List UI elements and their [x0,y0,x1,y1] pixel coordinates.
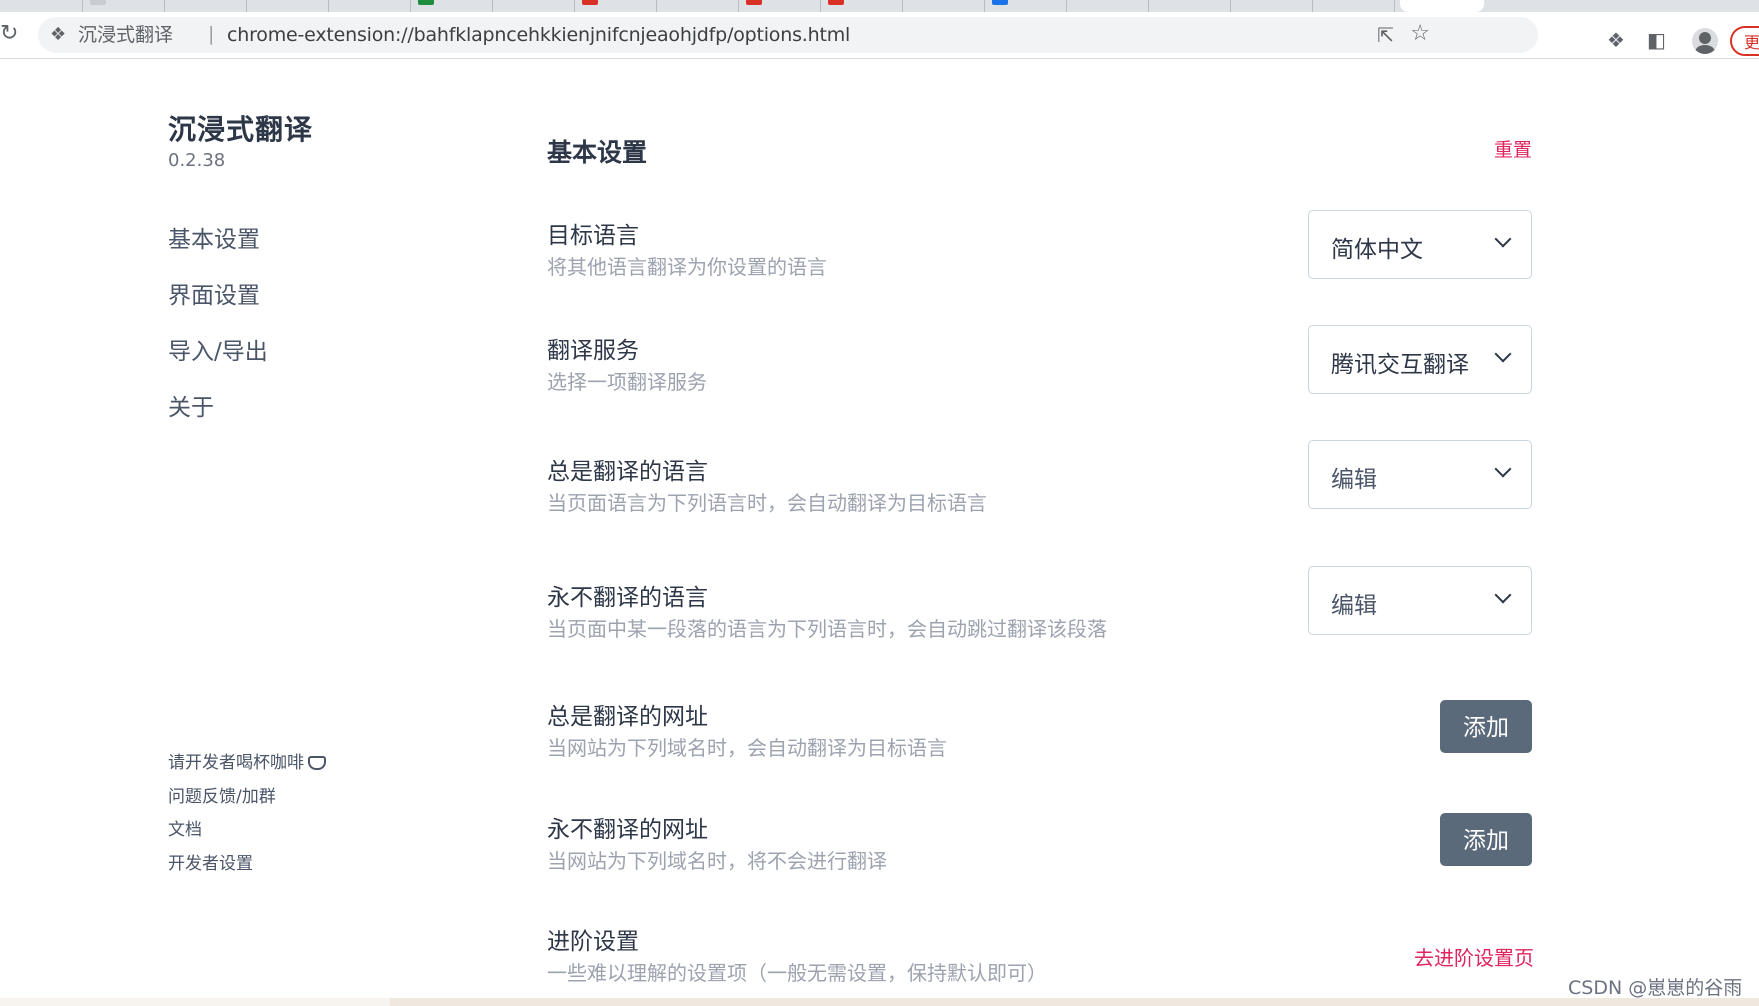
buy-coffee-link[interactable]: 请开发者喝杯咖啡 [168,748,326,773]
chevron-down-icon [1494,230,1512,248]
never-translate-languages-desc: 当页面中某一段落的语言为下列语言时，会自动跳过翻译该段落 [547,617,1107,641]
bottom-strip [0,998,1759,1006]
feedback-link[interactable]: 问题反馈/加群 [168,782,276,807]
reload-icon[interactable]: ↻ [0,21,22,47]
browser-tab[interactable] [1148,0,1231,12]
never-translate-languages-title: 永不翻译的语言 [547,585,708,611]
developer-settings-link[interactable]: 开发者设置 [168,849,253,874]
brand-title: 沉浸式翻译 [168,113,314,146]
docs-link[interactable]: 文档 [168,815,202,840]
browser-tab[interactable] [82,0,165,12]
target-language-title: 目标语言 [547,223,639,249]
address-bar[interactable]: ❖ 沉浸式翻译 | chrome-extension://bahfklapnce… [38,17,1538,53]
always-translate-urls-desc: 当网站为下列域名时，会自动翻译为目标语言 [547,736,947,760]
bottom-strip-segment [0,998,390,1006]
browser-tab[interactable] [1312,0,1395,12]
never-translate-urls-desc: 当网站为下列域名时，将不会进行翻译 [547,849,887,873]
url-text[interactable]: chrome-extension://bahfklapncehkkienjnif… [227,24,850,46]
nav-interface-settings[interactable]: 界面设置 [168,276,260,310]
version-label: 0.2.38 [168,150,226,171]
browser-tab[interactable] [328,0,411,12]
buy-coffee-label: 请开发者喝杯咖啡 [168,753,304,773]
share-icon[interactable]: ⇱ [1377,23,1394,47]
browser-tab[interactable] [1230,0,1313,12]
browser-tab[interactable] [1066,0,1149,12]
advanced-settings-link[interactable]: 去进阶设置页 [1414,942,1534,971]
never-translate-languages-value: 编辑 [1331,593,1377,619]
translation-service-value: 腾讯交互翻译 [1331,352,1469,378]
browser-tab[interactable] [164,0,247,12]
puzzle-icon: ❖ [50,24,67,45]
target-language-desc: 将其他语言翻译为你设置的语言 [547,255,827,279]
browser-tab[interactable] [902,0,985,12]
browser-tab[interactable] [820,0,903,12]
reset-link[interactable]: 重置 [1494,135,1532,162]
browser-toolbar: ↻ ❖ 沉浸式翻译 | chrome-extension://bahfklapn… [0,12,1759,59]
browser-tab[interactable] [574,0,657,12]
target-language-select[interactable]: 简体中文 [1308,210,1532,279]
nav-basic-settings[interactable]: 基本设置 [168,220,260,254]
target-language-value: 简体中文 [1331,237,1423,263]
translation-service-desc: 选择一项翻译服务 [547,370,707,394]
add-never-translate-url-button[interactable]: 添加 [1440,813,1532,866]
watermark: CSDN @崽崽的谷雨 [1568,977,1743,999]
browser-tab[interactable] [410,0,493,12]
update-button[interactable]: 更 [1730,26,1759,56]
translation-service-title: 翻译服务 [547,338,639,364]
page-title: 基本设置 [547,138,648,167]
coffee-icon [308,756,326,770]
always-translate-languages-title: 总是翻译的语言 [547,459,708,485]
origin-separator: | [208,23,215,45]
browser-tab[interactable] [0,0,83,12]
always-translate-languages-value: 编辑 [1331,467,1377,493]
add-always-translate-url-button[interactable]: 添加 [1440,700,1532,753]
extensions-icon[interactable]: ❖ [1607,29,1625,51]
nav-about[interactable]: 关于 [168,388,214,422]
chevron-down-icon [1494,460,1512,478]
browser-tab[interactable] [492,0,575,12]
always-translate-urls-title: 总是翻译的网址 [547,704,708,730]
browser-tab[interactable] [738,0,821,12]
side-panel-icon[interactable]: ◧ [1647,29,1666,51]
nav-import-export[interactable]: 导入/导出 [168,332,268,366]
profile-avatar-icon[interactable] [1692,28,1718,54]
chevron-down-icon [1494,345,1512,363]
advanced-settings-desc: 一些难以理解的设置项（一般无需设置，保持默认即可） [547,961,1047,985]
browser-tab[interactable] [984,0,1067,12]
always-translate-languages-desc: 当页面语言为下列语言时，会自动翻译为目标语言 [547,491,987,515]
browser-tab[interactable] [656,0,739,12]
never-translate-urls-title: 永不翻译的网址 [547,817,708,843]
bookmark-star-icon[interactable]: ☆ [1410,21,1430,46]
always-translate-languages-select[interactable]: 编辑 [1308,440,1532,509]
browser-tab-active[interactable] [1400,0,1484,12]
tab-strip[interactable] [0,0,1759,12]
browser-tab[interactable] [246,0,329,12]
chevron-down-icon [1494,586,1512,604]
advanced-settings-title: 进阶设置 [547,929,639,955]
translation-service-select[interactable]: 腾讯交互翻译 [1308,325,1532,394]
extension-origin: 沉浸式翻译 [78,24,174,46]
never-translate-languages-select[interactable]: 编辑 [1308,566,1532,635]
